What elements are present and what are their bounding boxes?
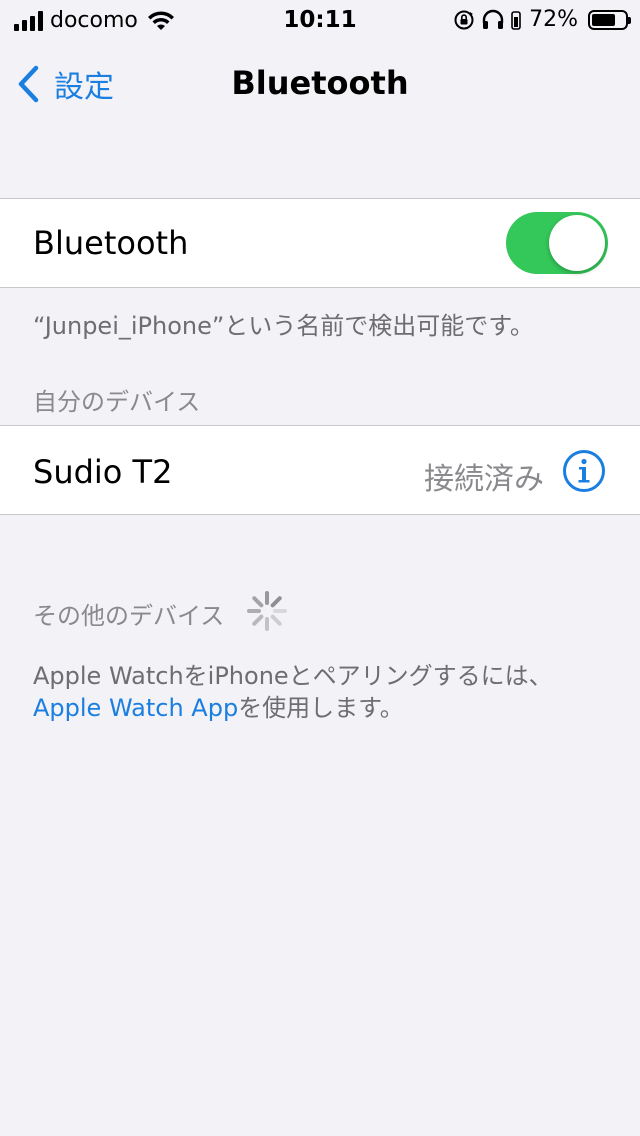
apple-watch-line-1: Apple WatchをiPhoneとペアリングするには、 [33, 662, 553, 690]
bluetooth-toggle-label: Bluetooth [33, 224, 189, 262]
status-bar: docomo 10:11 72% [0, 0, 640, 40]
headphones-icon [482, 9, 504, 29]
toggle-knob [549, 215, 605, 271]
device-status: 接続済み [424, 462, 544, 497]
battery-fill [592, 13, 615, 26]
device-row[interactable]: Sudio T2 接続済み [0, 425, 640, 515]
device-name: Sudio T2 [33, 453, 173, 491]
apple-watch-app-link[interactable]: Apple Watch App [33, 694, 238, 722]
headphone-battery-icon [511, 10, 521, 30]
navigation-bar: 設定 Bluetooth [0, 40, 640, 128]
info-icon[interactable] [562, 449, 606, 493]
battery-icon [588, 9, 631, 30]
screen: docomo 10:11 72% 設定 Bluetooth Bluetooth … [0, 0, 640, 1136]
other-devices-header: その他のデバイス [33, 602, 225, 630]
spinner-spoke [270, 614, 282, 626]
status-bar-right: 72% [453, 7, 631, 32]
loading-spinner-icon [247, 591, 287, 631]
bluetooth-toggle[interactable] [506, 212, 608, 274]
page-title: Bluetooth [231, 64, 409, 102]
rotation-lock-icon [454, 10, 474, 29]
my-devices-header: 自分のデバイス [33, 388, 201, 416]
discoverable-text: “Junpei_iPhone”という名前で検出可能です。 [33, 312, 534, 340]
spinner-spoke [252, 614, 264, 626]
battery-percent: 72% [529, 7, 578, 32]
bluetooth-toggle-cell: Bluetooth [0, 198, 640, 288]
spinner-spoke [252, 596, 264, 608]
apple-watch-line-2: Apple Watch Appを使用します。 [33, 688, 404, 723]
apple-watch-line-2-text: を使用します。 [238, 694, 404, 722]
spinner-spoke [270, 596, 282, 608]
